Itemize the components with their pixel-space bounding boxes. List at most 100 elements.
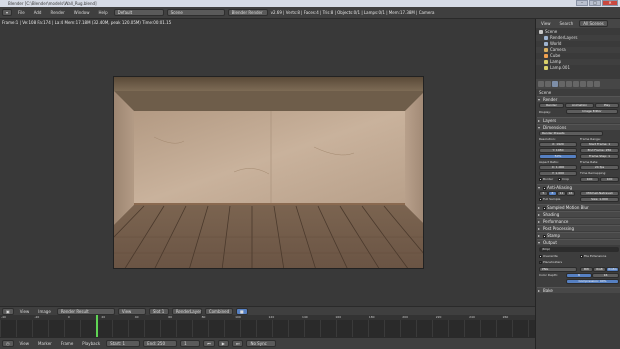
menu-marker[interactable]: Marker	[35, 341, 55, 346]
placeholders-checkbox[interactable]: Placeholders	[539, 260, 562, 264]
slot-selector[interactable]: Slot 1	[148, 307, 169, 315]
image-editor-viewport[interactable]: Frame:1 | Ve:108 Fa:174 | La:4 Mem:17.18…	[0, 19, 535, 306]
placeholders-checkbox-box[interactable]	[539, 260, 542, 264]
editor-type-icon[interactable]: ▣	[2, 307, 14, 315]
menu-view[interactable]: View	[17, 309, 33, 314]
close-button[interactable]: ✕	[602, 0, 618, 6]
crop-checkbox-box[interactable]	[558, 177, 561, 181]
render-panel-header[interactable]: Render	[537, 96, 620, 102]
layers-tab-icon[interactable]	[545, 81, 551, 87]
output-panel-header[interactable]: Output	[537, 239, 620, 245]
resolution-percentage-slider[interactable]: 50%	[539, 154, 577, 159]
scene-selector[interactable]: Scene	[166, 9, 225, 16]
menu-playback[interactable]: Playback	[79, 341, 103, 346]
motion-blur-panel-header[interactable]: Sampled Motion Blur	[537, 204, 620, 210]
render-button[interactable]: Render	[539, 103, 564, 108]
data-tab-icon[interactable]	[587, 81, 593, 87]
file-format-selector[interactable]: PNG	[539, 267, 577, 272]
aa-size-field[interactable]: Size: 1.000	[580, 197, 619, 202]
border-checkbox-box[interactable]	[539, 177, 542, 181]
end-frame-field[interactable]: End: 250	[143, 340, 178, 347]
scene-tab-icon[interactable]	[552, 81, 558, 87]
remap-new-field[interactable]: 100	[600, 177, 619, 182]
image-selector[interactable]: Render Result	[56, 307, 115, 315]
pass-selector[interactable]: Combined	[204, 307, 233, 315]
outliner-row[interactable]: Lamp.001	[536, 65, 620, 71]
play-button[interactable]: Play	[595, 103, 619, 108]
menu-window[interactable]: Window	[71, 10, 93, 15]
remap-old-field[interactable]: 100	[580, 177, 599, 182]
performance-panel-header[interactable]: Performance	[537, 218, 620, 224]
aa-filter-selector[interactable]: Mitchell-Netravali	[580, 191, 619, 196]
aa-samples-11[interactable]: 11	[557, 191, 566, 196]
file-extensions-checkbox[interactable]: File Extensions	[580, 254, 606, 258]
menu-frame[interactable]: Frame	[58, 341, 76, 346]
editor-type-icon[interactable]: ▾	[2, 9, 13, 16]
playhead[interactable]	[96, 315, 98, 337]
frame-step-field[interactable]: Frame Step: 1	[580, 154, 619, 159]
color-depth-8[interactable]: 8	[566, 273, 592, 278]
aa-samples-16[interactable]: 16	[566, 191, 575, 196]
post-processing-panel-header[interactable]: Post Processing	[537, 225, 620, 231]
aa-samples-8[interactable]: 8	[548, 191, 557, 196]
display-mode-selector[interactable]: All Scenes	[579, 20, 608, 27]
menu-view[interactable]: View	[538, 21, 554, 26]
color-mode-bw[interactable]: BW	[580, 267, 593, 272]
antialiasing-panel-header[interactable]: Anti-Aliasing	[537, 184, 620, 190]
menu-add[interactable]: Add	[31, 10, 45, 15]
aa-samples-5[interactable]: 5	[539, 191, 548, 196]
properties-editor[interactable]: Scene Render Render Animation Play Displ…	[535, 79, 620, 349]
current-frame-field[interactable]: 1	[180, 340, 201, 347]
animation-button[interactable]: Animation	[565, 103, 594, 108]
menu-help[interactable]: Help	[96, 10, 111, 15]
jump-start-icon[interactable]: ⏮	[203, 340, 215, 347]
stamp-checkbox[interactable]	[543, 234, 546, 238]
menu-search[interactable]: Search	[557, 21, 577, 26]
border-checkbox[interactable]: Border	[539, 177, 553, 181]
stamp-panel-header[interactable]: Stamp	[537, 232, 620, 238]
aspect-y-field[interactable]: Y: 1.000	[539, 171, 577, 176]
editor-type-icon[interactable]: ◷	[2, 340, 14, 347]
aspect-x-field[interactable]: X: 1.000	[539, 165, 577, 170]
dimensions-panel-header[interactable]: Dimensions	[537, 124, 620, 130]
shading-panel-header[interactable]: Shading	[537, 211, 620, 217]
modifiers-tab-icon[interactable]	[580, 81, 586, 87]
color-depth-16[interactable]: 16	[592, 273, 619, 278]
overwrite-checkbox-box[interactable]	[539, 254, 542, 258]
world-tab-icon[interactable]	[559, 81, 565, 87]
object-tab-icon[interactable]	[566, 81, 572, 87]
menu-image[interactable]: Image	[35, 309, 54, 314]
render-engine-selector[interactable]: Blender Render	[227, 9, 268, 16]
end-frame-field[interactable]: End Frame: 250	[580, 148, 619, 153]
start-frame-field[interactable]: Start Frame: 1	[580, 142, 619, 147]
start-frame-field[interactable]: Start: 1	[106, 340, 141, 347]
color-mode-rgb[interactable]: RGB	[593, 267, 606, 272]
play-icon[interactable]: ▶	[217, 340, 229, 347]
frame-rate-selector[interactable]: 24 fps	[580, 165, 619, 170]
compression-slider[interactable]: Compression: 90%	[566, 279, 619, 284]
outliner[interactable]: View Search All Scenes Scene RenderLayer…	[535, 19, 620, 79]
render-tab-icon[interactable]	[538, 81, 544, 87]
antialiasing-checkbox[interactable]	[543, 186, 546, 190]
resolution-y-field[interactable]: Y: 1080	[539, 148, 577, 153]
overwrite-checkbox[interactable]: Overwrite	[539, 254, 558, 258]
render-presets-selector[interactable]: Render Presets	[539, 131, 603, 136]
timeline-area[interactable]	[0, 320, 535, 337]
crop-checkbox[interactable]: Crop	[558, 177, 569, 181]
display-selector[interactable]: Image Editor	[566, 109, 618, 114]
menu-render[interactable]: Render	[47, 10, 67, 15]
display-channels-icon[interactable]: ■	[235, 307, 248, 315]
full-sample-checkbox-box[interactable]	[539, 197, 542, 201]
layers-panel-header[interactable]: Layers	[537, 117, 620, 123]
material-tab-icon[interactable]	[594, 81, 600, 87]
layer-selector[interactable]: RenderLayer	[171, 307, 202, 315]
output-path-field[interactable]: /tmp\	[539, 247, 619, 252]
resolution-x-field[interactable]: X: 1920	[539, 142, 577, 147]
color-mode-rgba[interactable]: RGBA	[606, 267, 619, 272]
view-selector[interactable]: View	[117, 307, 146, 315]
jump-end-icon[interactable]: ⏭	[231, 340, 244, 347]
menu-view[interactable]: View	[17, 341, 33, 346]
menu-file[interactable]: File	[15, 10, 28, 15]
full-sample-checkbox[interactable]: Full Sample	[539, 197, 560, 201]
motion-blur-checkbox[interactable]	[543, 206, 546, 210]
